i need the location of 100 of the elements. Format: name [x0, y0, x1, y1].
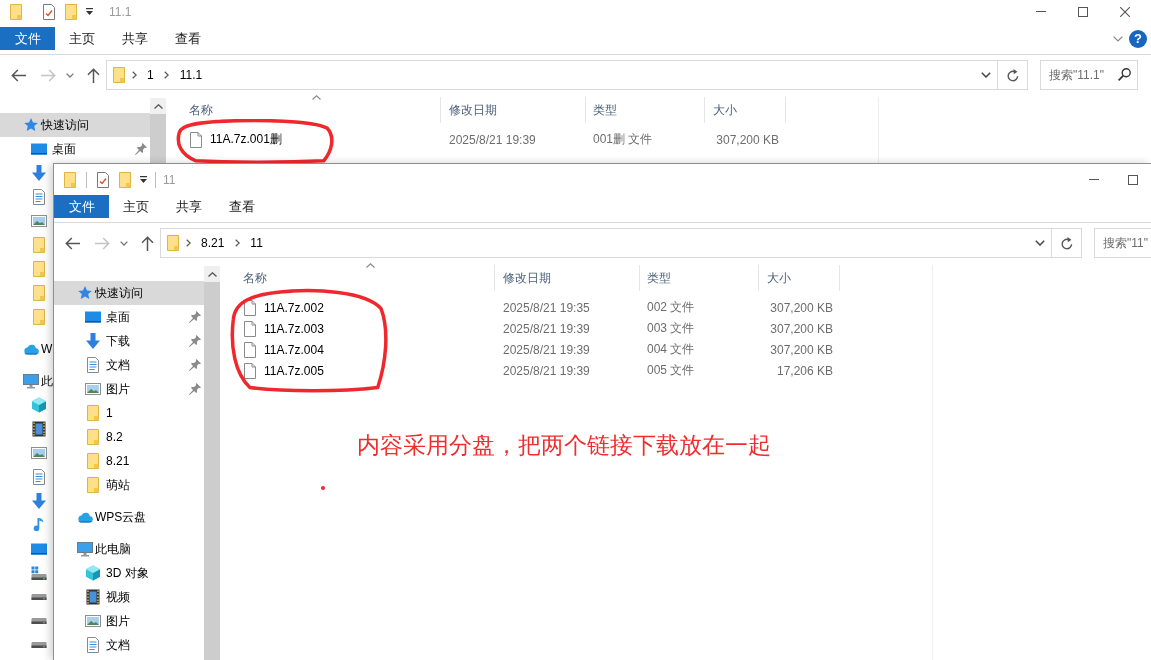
file-size: 307,200 KB	[769, 299, 834, 317]
column-header[interactable]: 修改日期	[495, 265, 640, 291]
column-header[interactable]: 类型	[586, 97, 705, 123]
pin-icon[interactable]	[189, 335, 201, 347]
search-field[interactable]: 搜索"11"	[1094, 228, 1151, 258]
download-arrow-icon	[85, 333, 101, 349]
file-name[interactable]: 11A.7z.001删	[210, 131, 282, 148]
file-size: 307,200 KB	[715, 131, 780, 149]
search-field[interactable]: 搜索"11.1"	[1040, 60, 1138, 90]
nav-item[interactable]: 图片	[54, 609, 130, 633]
file-name[interactable]: 11A.7z.005	[264, 363, 324, 378]
nav-item[interactable]: 图片	[54, 377, 204, 401]
arrow-right-icon	[40, 68, 56, 82]
ribbon-tab[interactable]: 共享	[162, 195, 215, 218]
refresh-button[interactable]	[998, 60, 1028, 90]
scrollbar-thumb[interactable]	[204, 282, 220, 660]
pin-icon[interactable]	[135, 143, 147, 155]
help-button[interactable]: ?	[1129, 29, 1147, 48]
ribbon-tab[interactable]: 共享	[108, 27, 161, 50]
star-icon	[77, 285, 93, 301]
file-type: 003 文件	[646, 320, 696, 337]
column-header[interactable]: 大小	[759, 265, 840, 291]
column-header[interactable]: 修改日期	[441, 97, 586, 123]
file-type: 005 文件	[646, 362, 696, 379]
close-icon	[1120, 6, 1130, 17]
file-icon	[190, 131, 202, 148]
file-menu-button[interactable]: 文件	[54, 195, 109, 218]
folder-icon	[167, 235, 179, 251]
cube-icon	[85, 565, 101, 581]
modified-date: 2025/8/21 19:39	[502, 362, 591, 380]
pin-icon[interactable]	[189, 311, 201, 323]
nav-item[interactable]: 萌站	[54, 473, 130, 497]
dropdown-icon[interactable]	[140, 176, 147, 183]
refresh-button[interactable]	[1052, 228, 1082, 258]
nav-item[interactable]: 1	[54, 401, 113, 425]
arrow-up-icon	[86, 67, 100, 83]
nav-item[interactable]: 此电脑	[54, 537, 131, 561]
nav-item[interactable]: 8.2	[54, 425, 123, 449]
nav-item[interactable]: 3D 对象	[54, 561, 149, 585]
modified-date: 2025/8/21 19:39	[502, 320, 591, 338]
chevron-down-icon[interactable]	[1035, 240, 1045, 246]
nav-item[interactable]: 文档	[54, 633, 130, 657]
nav-item[interactable]: WPS云盘	[54, 505, 147, 529]
nav-item[interactable]: 桌面	[54, 305, 204, 329]
nav-item[interactable]: 文档	[54, 353, 204, 377]
column-header[interactable]: 名称	[220, 265, 495, 291]
chevron-right-icon[interactable]	[131, 71, 137, 79]
pin-icon[interactable]	[189, 359, 201, 371]
minimize-icon	[1036, 11, 1046, 12]
file-type: 004 文件	[646, 341, 696, 358]
download-arrow-icon	[31, 493, 47, 509]
dropdown-icon[interactable]	[86, 8, 93, 15]
breadcrumb-button[interactable]: 11	[246, 232, 267, 254]
minimize-icon	[1089, 179, 1099, 180]
ribbon-tab[interactable]: 主页	[109, 195, 162, 218]
nav-item[interactable]: 下载	[54, 329, 204, 353]
chevron-right-icon[interactable]	[234, 239, 240, 247]
checklist-icon[interactable]	[43, 3, 55, 20]
file-name[interactable]: 11A.7z.003	[264, 321, 324, 336]
nav-item[interactable]: 此	[0, 369, 53, 393]
folder-icon	[10, 3, 22, 20]
nav-item[interactable]: 快速访问	[0, 113, 150, 137]
file-name[interactable]: 11A.7z.004	[264, 342, 324, 357]
ribbon-tab[interactable]: 查看	[215, 195, 268, 218]
nav-item[interactable]: 快速访问	[54, 281, 204, 305]
file-type: 002 文件	[646, 299, 696, 316]
scrollbar-thumb[interactable]	[150, 114, 166, 165]
breadcrumb-button[interactable]: 8.21	[197, 232, 229, 254]
nav-item[interactable]: W	[0, 337, 53, 361]
nav-item[interactable]: 视频	[54, 585, 130, 609]
nav-item[interactable]: 8.21	[54, 449, 130, 473]
column-header[interactable]: 类型	[640, 265, 759, 291]
scroll-up-button[interactable]	[150, 98, 166, 114]
breadcrumb-button[interactable]: 1	[143, 64, 158, 86]
file-size: 307,200 KB	[769, 341, 834, 359]
document-icon	[85, 637, 101, 653]
file-name[interactable]: 11A.7z.002	[264, 300, 324, 315]
breadcrumb-button[interactable]: 11.1	[175, 64, 207, 86]
nav-item[interactable]: 桌面	[0, 137, 150, 161]
chevron-down-icon[interactable]	[981, 72, 991, 78]
pin-icon[interactable]	[189, 383, 201, 395]
modified-date: 2025/8/21 19:35	[502, 299, 591, 317]
column-header[interactable]: 名称	[166, 97, 441, 123]
ribbon-tab[interactable]: 主页	[55, 27, 108, 50]
chevron-right-icon[interactable]	[164, 71, 170, 79]
address-field[interactable]: 1 11.1	[106, 60, 998, 90]
download-arrow-icon	[31, 165, 47, 181]
file-icon	[244, 362, 256, 379]
folder-icon	[113, 67, 125, 83]
address-field[interactable]: 8.21 11	[160, 228, 1052, 258]
search-icon[interactable]	[1118, 68, 1131, 81]
scroll-up-button[interactable]	[204, 266, 220, 282]
file-icon	[244, 341, 256, 358]
picture-icon	[31, 445, 47, 461]
checklist-icon[interactable]	[97, 171, 109, 188]
column-header[interactable]: 大小	[705, 97, 786, 123]
chevron-right-icon[interactable]	[185, 239, 191, 247]
modified-date: 2025/8/21 19:39	[502, 341, 591, 359]
file-menu-button[interactable]: 文件	[0, 27, 55, 50]
ribbon-tab[interactable]: 查看	[161, 27, 214, 50]
